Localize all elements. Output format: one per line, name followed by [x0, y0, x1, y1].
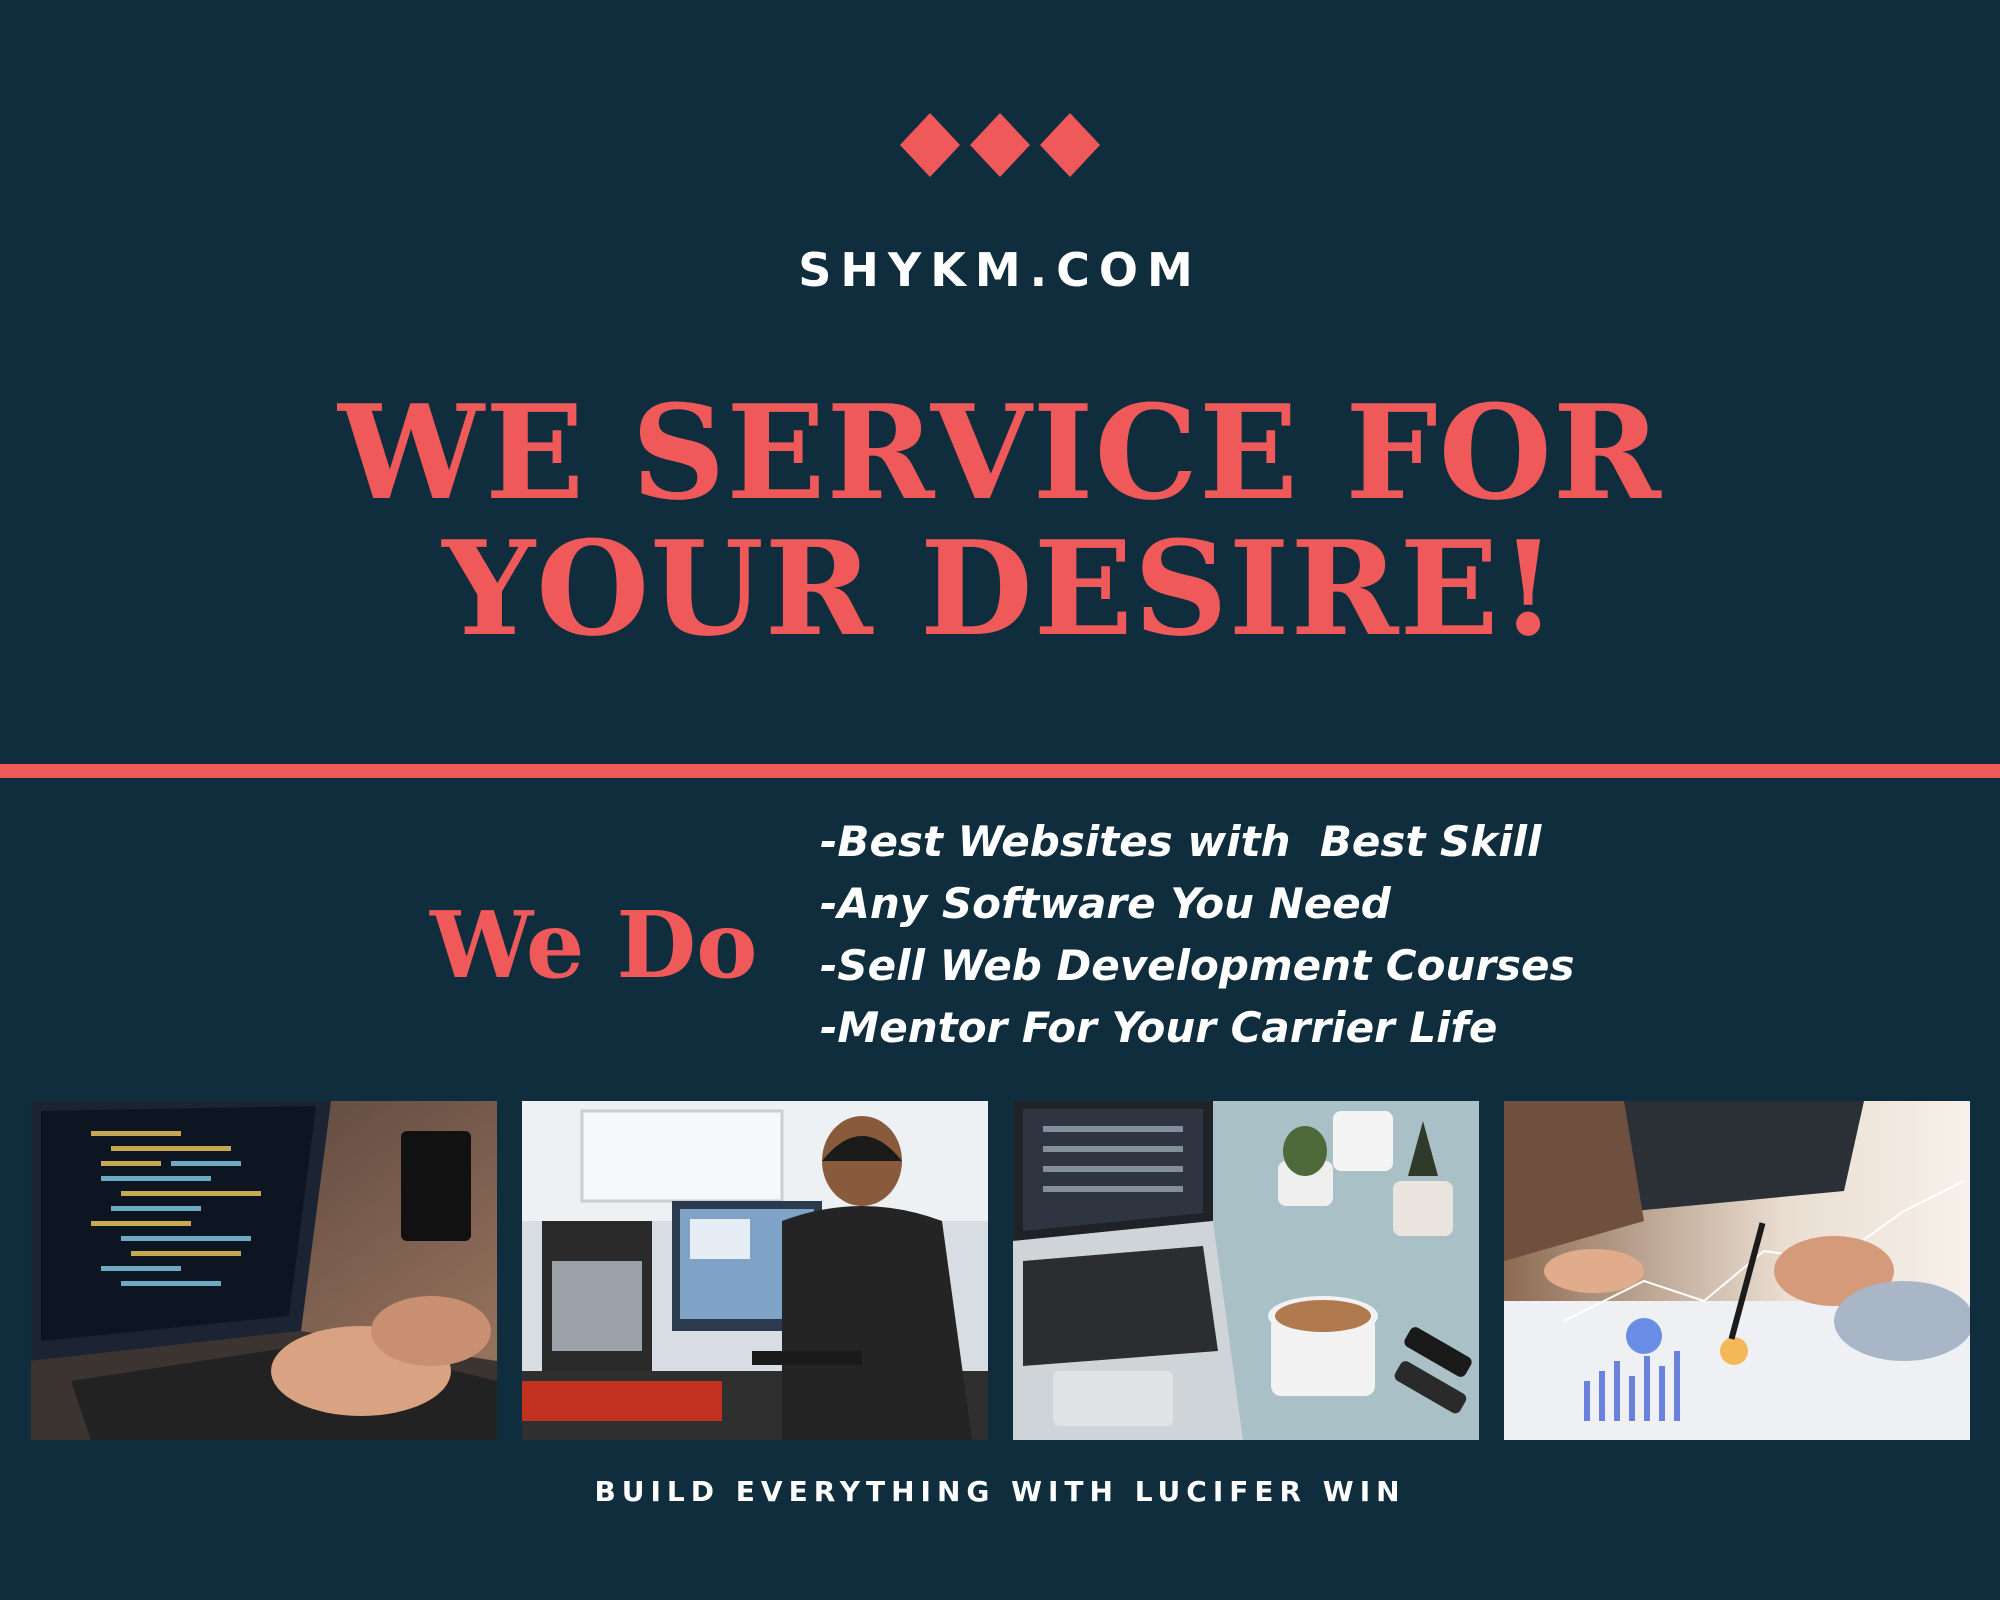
service-item: -Any Software You Need [820, 879, 1391, 928]
section-divider [0, 764, 2000, 778]
diamond-icon [1040, 113, 1100, 177]
site-name: SHYKM.COM [798, 243, 1202, 297]
services-heading: We Do [430, 891, 758, 999]
photo-business-charts [1504, 1101, 1970, 1440]
service-item: -Sell Web Development Courses [820, 941, 1575, 990]
diamond-ornament [0, 103, 2000, 187]
services-list: -Best Websites with Best Skill -Any Soft… [820, 811, 1940, 1059]
diamond-icon [970, 113, 1030, 177]
photo-strip [31, 1101, 1970, 1440]
diamond-icon [900, 113, 960, 177]
headline: WE SERVICE FOR YOUR DESIRE! [0, 385, 2000, 657]
service-item: -Best Websites with Best Skill [820, 817, 1542, 866]
footer-tagline: BUILD EVERYTHING WITH LUCIFER WIN [594, 1475, 1406, 1508]
headline-line-1: WE SERVICE FOR [338, 376, 1662, 529]
photo-engineer-workstation [522, 1101, 988, 1440]
diamond-icon-group [900, 113, 1100, 177]
headline-line-2: YOUR DESIRE! [442, 512, 1558, 665]
photo-desk-laptop-coffee [1013, 1101, 1479, 1440]
service-item: -Mentor For Your Carrier Life [820, 1003, 1498, 1052]
photo-laptop-coding [31, 1101, 497, 1440]
